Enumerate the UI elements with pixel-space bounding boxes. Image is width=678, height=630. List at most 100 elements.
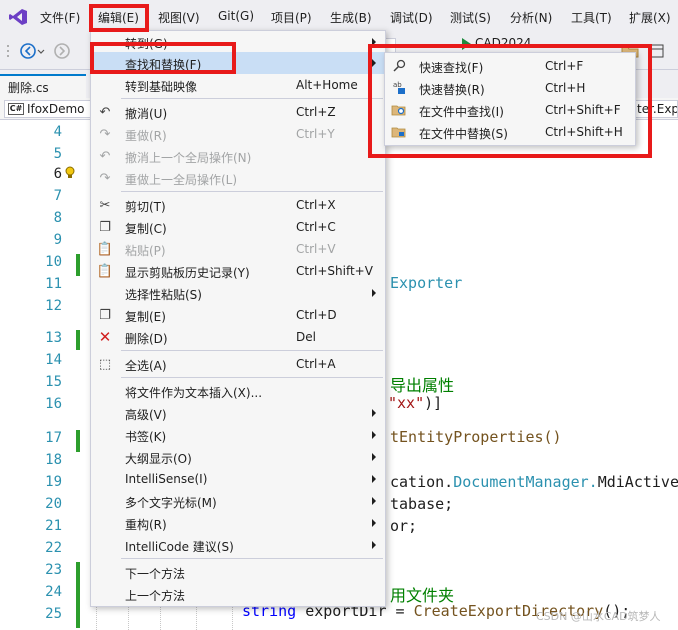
menu-test[interactable]: 测试(S) [450, 9, 491, 26]
submenu-arrow-icon [372, 409, 376, 417]
clipboard-history-icon: 📋 [96, 263, 114, 279]
menu-item-advanced[interactable]: 高级(V) [91, 402, 385, 424]
scissors-icon: ✂ [99, 197, 111, 213]
navigate-back-icon[interactable] [18, 41, 38, 61]
code-token: cation. [390, 473, 454, 491]
menu-tools[interactable]: 工具(T) [571, 9, 612, 26]
menu-item-shortcut: Ctrl+X [296, 198, 336, 212]
menu-item-undo-global[interactable]: ↶ 撤消上一个全局操作(N) [91, 145, 385, 167]
line-number: 24 [45, 584, 62, 600]
menu-item-label: 书签(K) [125, 430, 167, 444]
tab-document-label: 删除.cs [8, 81, 49, 95]
menu-item-label: 粘贴(P) [125, 244, 166, 258]
back-dropdown-icon[interactable] [36, 41, 46, 61]
menu-project[interactable]: 项目(P) [271, 9, 312, 26]
menu-item-label: 复制(E) [125, 310, 166, 324]
navigate-forward-icon[interactable] [52, 41, 72, 61]
menu-item-duplicate[interactable]: ❐ 复制(E) Ctrl+D [91, 304, 385, 326]
menu-item-label: 上一个方法 [125, 589, 186, 603]
changed-line-marker [76, 562, 80, 628]
menu-item-outlining[interactable]: 大纲显示(O) [91, 446, 385, 468]
menu-item-label: 选择性粘贴(S) [125, 288, 202, 302]
menu-item-copy[interactable]: ❐ 复制(C) Ctrl+C [91, 216, 385, 238]
line-number: 21 [45, 518, 62, 534]
menu-item-clipboard-history[interactable]: 📋 显示剪贴板历史记录(Y) Ctrl+Shift+V [91, 260, 385, 282]
line-number: 19 [45, 474, 62, 490]
code-line-20[interactable]: tabase; [390, 495, 453, 513]
menu-item-delete[interactable]: ✕ 删除(D) Del [91, 326, 385, 348]
line-number: 8 [53, 210, 62, 226]
menu-file[interactable]: 文件(F) [40, 9, 80, 26]
menu-view[interactable]: 视图(V) [158, 9, 200, 26]
menu-item-insert-file-as-text[interactable]: 将文件作为文本插入(X)... [91, 380, 385, 402]
delete-x-icon: ✕ [98, 328, 112, 346]
line-number: 22 [45, 540, 62, 556]
code-line-21[interactable]: or; [390, 517, 417, 535]
select-all-icon: ⬚ [98, 356, 112, 372]
line-number: 13 [45, 330, 62, 346]
menu-item-redo[interactable]: ↷ 重做(R) Ctrl+Y [91, 123, 385, 145]
menu-item-shortcut: Ctrl+D [296, 308, 337, 322]
menu-analyze[interactable]: 分析(N) [510, 9, 552, 26]
menu-item-intellicode[interactable]: IntelliCode 建议(S) [91, 534, 385, 556]
menu-item-label: 转到基础映像 [125, 80, 198, 94]
code-token: )] [424, 394, 443, 412]
code-line-11[interactable]: Exporter [390, 274, 462, 292]
menu-debug[interactable]: 调试(D) [390, 9, 433, 26]
line-number: 17 [45, 430, 62, 446]
submenu-arrow-icon [372, 475, 376, 483]
menu-item-next-method[interactable]: 下一个方法 [91, 561, 385, 583]
menu-item-label: 重构(R) [125, 518, 167, 532]
annotation-box-find-replace [90, 42, 236, 74]
menu-item-label: 撤消上一个全局操作(N) [125, 151, 252, 165]
annotation-box-submenu [368, 44, 652, 158]
menu-item-paste-special[interactable]: 选择性粘贴(S) [91, 282, 385, 304]
code-line-15[interactable]: 导出属性 [390, 372, 454, 396]
menu-item-paste[interactable]: 📋 粘贴(P) Ctrl+V [91, 238, 385, 260]
menu-separator [121, 377, 383, 378]
code-token: Exporter [390, 274, 463, 292]
menu-build[interactable]: 生成(B) [330, 9, 372, 26]
code-token: DocumentManager. [453, 473, 598, 491]
menu-separator [121, 98, 383, 99]
menu-extensions[interactable]: 扩展(X) [629, 9, 671, 26]
line-number: 23 [45, 562, 62, 578]
menu-item-label: 全选(A) [125, 359, 167, 373]
tab-document[interactable]: 删除.cs [0, 74, 86, 98]
project-combo[interactable]: C# IfoxDemo [4, 100, 92, 118]
menu-item-previous-method[interactable]: 上一个方法 [91, 583, 385, 605]
line-number: 12 [45, 298, 62, 314]
code-line-17[interactable]: tEntityProperties() [390, 428, 562, 446]
menu-git[interactable]: Git(G) [218, 9, 254, 23]
line-number: 20 [45, 496, 62, 512]
menu-item-label: 重做(R) [125, 129, 167, 143]
annotation-box-edit-menu [89, 4, 149, 32]
menu-item-intellisense[interactable]: IntelliSense(I) [91, 468, 385, 490]
watermark: CSDN @山水CAD筑梦人 [536, 610, 661, 623]
duplicate-icon: ❐ [99, 307, 111, 323]
line-number: 7 [53, 188, 62, 204]
menu-item-shortcut: Alt+Home [296, 78, 358, 92]
menu-item-label: 大纲显示(O) [125, 452, 192, 466]
visual-studio-logo-icon[interactable] [8, 8, 28, 26]
submenu-arrow-icon [372, 541, 376, 549]
menu-item-refactor[interactable]: 重构(R) [91, 512, 385, 534]
line-number: 9 [53, 232, 62, 248]
copy-icon: ❐ [99, 219, 111, 235]
menu-item-shortcut: Ctrl+Shift+V [296, 264, 373, 278]
menu-item-multi-caret[interactable]: 多个文字光标(M) [91, 490, 385, 512]
menu-item-select-all[interactable]: ⬚ 全选(A) Ctrl+A [91, 353, 385, 375]
redo-icon: ↷ [99, 126, 111, 142]
menu-item-redo-global[interactable]: ↷ 重做上一全局操作(L) [91, 167, 385, 189]
code-line-16[interactable]: "xx")] [388, 394, 442, 412]
code-line-19[interactable]: cation.DocumentManager.MdiActive [390, 473, 678, 491]
menu-item-label: 撤消(U) [125, 107, 168, 121]
menu-item-undo[interactable]: ↶ 撤消(U) Ctrl+Z [91, 101, 385, 123]
changed-line-marker [76, 430, 80, 452]
menu-item-cut[interactable]: ✂ 剪切(T) Ctrl+X [91, 194, 385, 216]
line-number-current: 6 [53, 166, 62, 182]
lightbulb-icon[interactable] [64, 166, 76, 180]
menu-item-bookmarks[interactable]: 书签(K) [91, 424, 385, 446]
menu-item-go-to-base-image[interactable]: 转到基础映像 Alt+Home [91, 74, 385, 96]
menu-item-label: 高级(V) [125, 408, 167, 422]
